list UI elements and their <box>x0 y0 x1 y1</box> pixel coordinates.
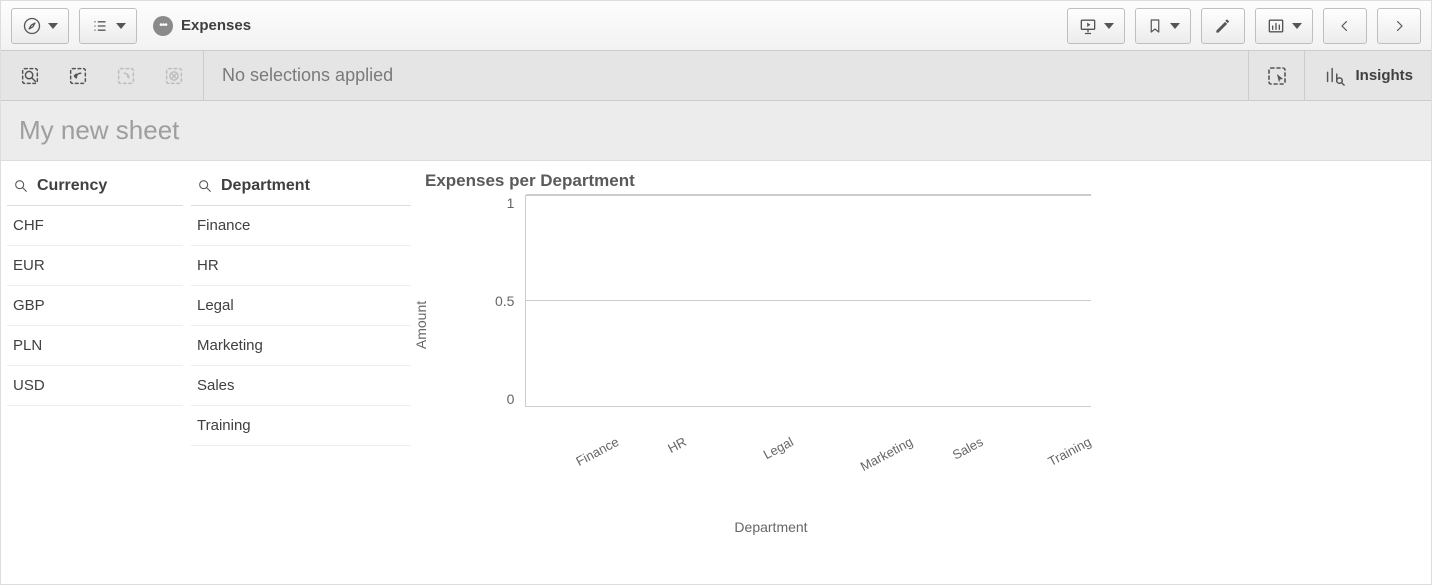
caret-down-icon <box>1104 23 1114 29</box>
pencil-icon <box>1213 16 1233 36</box>
list-item[interactable]: Legal <box>191 286 411 326</box>
insights-button[interactable]: Insights <box>1304 51 1431 100</box>
sheet-title-bar: My new sheet <box>1 101 1431 161</box>
list-item[interactable]: Training <box>191 406 411 446</box>
search-icon <box>13 178 29 194</box>
list-item[interactable]: Sales <box>191 366 411 406</box>
filter-department: Department FinanceHRLegalMarketingSalesT… <box>191 171 411 574</box>
chevron-right-icon <box>1390 16 1408 36</box>
caret-down-icon <box>116 23 126 29</box>
app-icon: ••• <box>153 16 173 36</box>
list-icon <box>90 16 110 36</box>
chart-x-ticks: FinanceHRLegalMarketingSalesTraining <box>525 411 1091 455</box>
chart-y-axis-label: Amount <box>413 301 429 349</box>
selections-tool-button[interactable] <box>1248 51 1304 100</box>
bookmarks-dropdown-button[interactable] <box>1135 8 1191 44</box>
app-title: ••• Expenses <box>153 16 251 36</box>
presentation-icon <box>1078 16 1098 36</box>
list-item[interactable]: GBP <box>7 286 183 326</box>
sheets-dropdown-button[interactable] <box>1255 8 1313 44</box>
navigation-dropdown-button[interactable] <box>11 8 69 44</box>
caret-down-icon <box>1292 23 1302 29</box>
list-item[interactable]: USD <box>7 366 183 406</box>
chart-object[interactable]: Expenses per Department Amount 10.50 Fin… <box>411 171 1425 574</box>
assets-dropdown-button[interactable] <box>79 8 137 44</box>
list-item[interactable]: HR <box>191 246 411 286</box>
insights-icon <box>1323 65 1345 87</box>
insights-label: Insights <box>1355 67 1413 84</box>
sheet-canvas: Currency CHFEURGBPPLNUSD Department Fina… <box>1 161 1431 584</box>
chart-y-ticks: 10.50 <box>495 195 514 407</box>
chart-title: Expenses per Department <box>425 171 1415 191</box>
list-item[interactable]: Marketing <box>191 326 411 366</box>
bookmark-icon <box>1146 16 1164 36</box>
filter-department-label: Department <box>221 177 310 195</box>
selections-message: No selections applied <box>204 51 1248 100</box>
next-sheet-button[interactable] <box>1377 8 1421 44</box>
caret-down-icon <box>1170 23 1180 29</box>
filter-department-header[interactable]: Department <box>191 171 411 206</box>
step-back-button[interactable] <box>67 65 89 87</box>
list-item[interactable]: CHF <box>7 206 183 246</box>
story-dropdown-button[interactable] <box>1067 8 1125 44</box>
chart-x-axis-label: Department <box>734 519 807 535</box>
filter-currency-header[interactable]: Currency <box>7 171 183 206</box>
caret-down-icon <box>48 23 58 29</box>
list-item[interactable]: EUR <box>7 246 183 286</box>
app-toolbar: ••• Expenses <box>1 1 1431 51</box>
selections-bar: No selections applied Insights <box>1 51 1431 101</box>
smart-search-button[interactable] <box>19 65 41 87</box>
sheet-title[interactable]: My new sheet <box>19 115 179 146</box>
search-icon <box>197 178 213 194</box>
clear-selections-button[interactable] <box>163 65 185 87</box>
chevron-left-icon <box>1336 16 1354 36</box>
edit-sheet-button[interactable] <box>1201 8 1245 44</box>
filter-pane: Currency CHFEURGBPPLNUSD Department Fina… <box>7 171 411 574</box>
filter-currency: Currency CHFEURGBPPLNUSD <box>7 171 183 574</box>
compass-icon <box>22 16 42 36</box>
chart-plot-area <box>525 195 1091 407</box>
prev-sheet-button[interactable] <box>1323 8 1367 44</box>
filter-currency-label: Currency <box>37 177 107 195</box>
list-item[interactable]: Finance <box>191 206 411 246</box>
app-title-label: Expenses <box>181 17 251 34</box>
sheet-chart-icon <box>1266 16 1286 36</box>
list-item[interactable]: PLN <box>7 326 183 366</box>
step-forward-button[interactable] <box>115 65 137 87</box>
